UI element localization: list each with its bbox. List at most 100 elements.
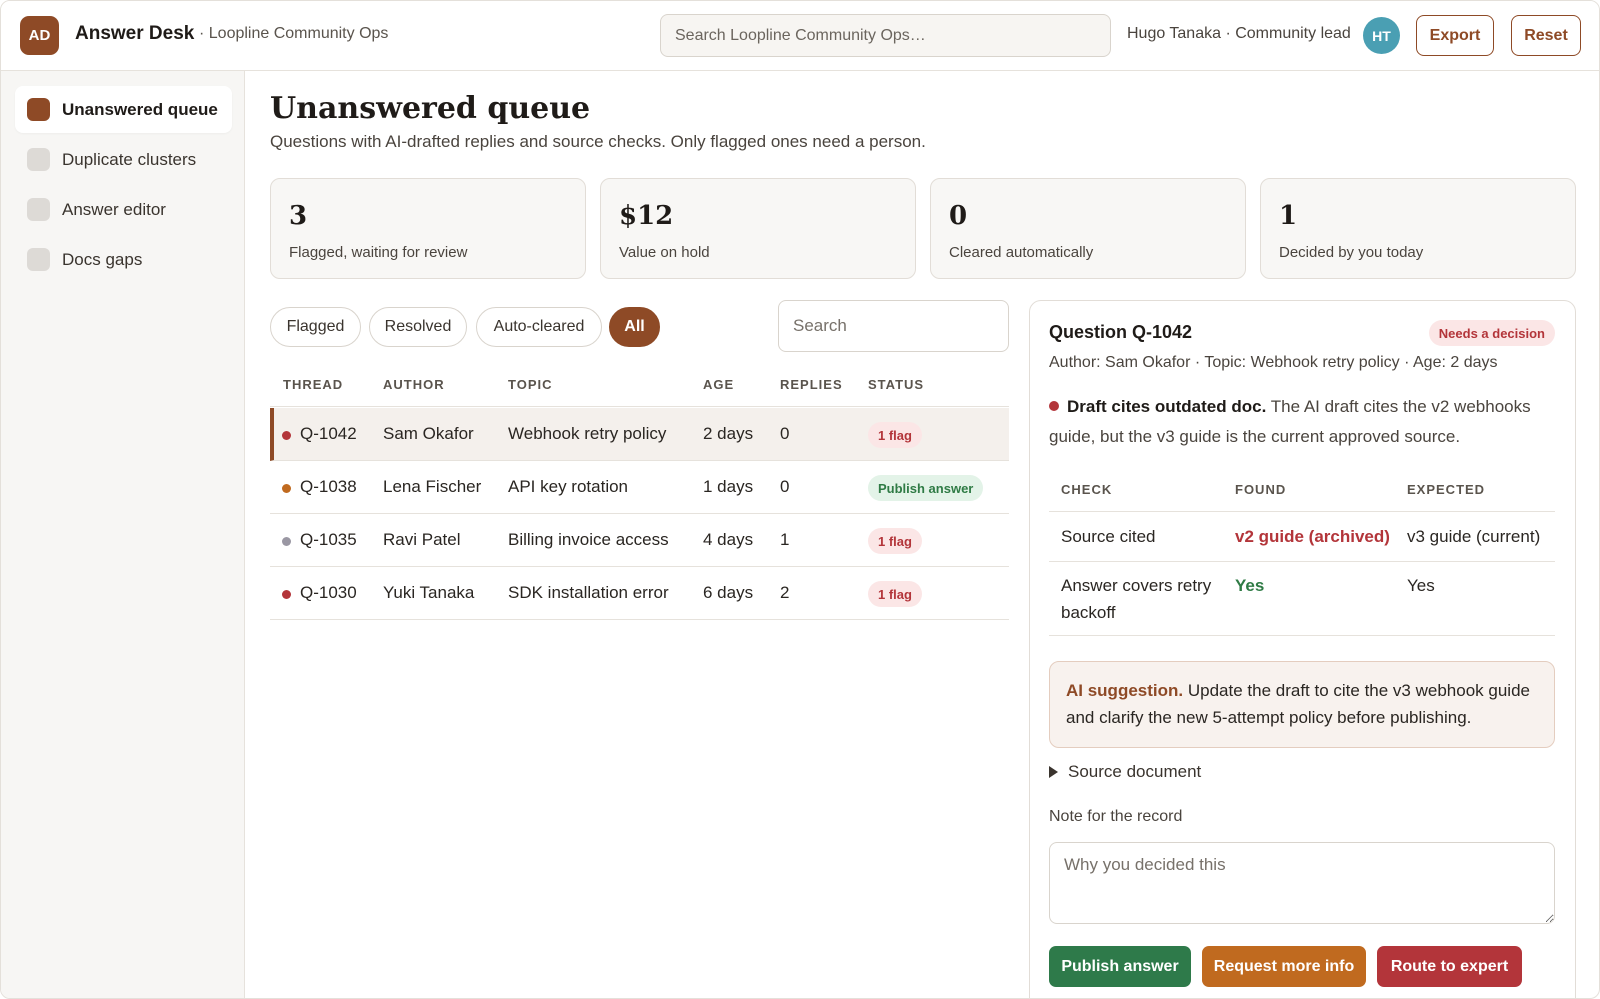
filter-resolved[interactable]: Resolved (369, 307, 467, 347)
export-button[interactable]: Export (1416, 15, 1494, 56)
app-title: Answer Desk (75, 23, 195, 44)
editor-icon (27, 198, 50, 221)
stat-value: 0 (949, 201, 968, 231)
topic: SDK installation error (508, 583, 669, 602)
status-dot (282, 590, 291, 599)
thread-id: Q-1035 (300, 530, 357, 549)
note-label: Note for the record (1049, 808, 1183, 825)
check-row: Answer covers retry backoff Yes Yes (1049, 562, 1555, 636)
thread-id: Q-1042 (300, 424, 357, 443)
check-found: v2 guide (archived) (1235, 527, 1390, 546)
source-document-toggle[interactable]: Source document (1049, 762, 1201, 782)
replies: 2 (780, 583, 790, 602)
page-title: Unanswered queue (270, 91, 591, 126)
sidebar-item-docs-gaps[interactable]: Docs gaps (15, 236, 232, 283)
alert-dot-icon (1049, 401, 1059, 411)
stat-card-value-on-hold: $12 Value on hold (600, 178, 916, 279)
sidebar-item-unanswered-queue[interactable]: Unanswered queue (15, 86, 232, 133)
publish-answer-button[interactable]: Publish answer (1049, 946, 1191, 987)
avatar[interactable]: HT (1363, 17, 1400, 54)
replies: 0 (780, 424, 790, 443)
finding-title: Draft cites outdated doc. (1067, 397, 1267, 416)
column-header-topic[interactable]: TOPIC (508, 377, 553, 392)
author: Lena Fischer (383, 477, 482, 496)
stat-value: $12 (619, 201, 674, 231)
age: 6 days (703, 583, 754, 602)
author: Ravi Patel (383, 530, 461, 549)
status-dot (282, 484, 291, 493)
decision-badge: Needs a decision (1428, 320, 1555, 346)
replies: 1 (780, 530, 790, 549)
stat-label: Cleared automatically (949, 244, 1094, 261)
author: Yuki Tanaka (383, 583, 475, 602)
app-logo: AD (20, 16, 59, 55)
stat-value: 3 (289, 201, 308, 231)
docs-icon (27, 248, 50, 271)
table-row[interactable]: Q-1035 Ravi Patel Billing invoice access… (270, 514, 1009, 567)
table-row[interactable]: Q-1038 Lena Fischer API key rotation 1 d… (270, 461, 1009, 514)
age: 1 days (703, 477, 754, 496)
status-badge: 1 flag (868, 422, 922, 448)
top-bar: AD Answer Desk · Loopline Community Ops … (1, 1, 1599, 71)
route-to-expert-button[interactable]: Route to expert (1377, 946, 1522, 987)
filter-flagged[interactable]: Flagged (270, 307, 361, 347)
sidebar-item-answer-editor[interactable]: Answer editor (15, 186, 232, 233)
stat-label: Flagged, waiting for review (289, 244, 468, 261)
request-more-info-button[interactable]: Request more info (1202, 946, 1366, 987)
age: 2 days (703, 424, 754, 443)
sidebar-item-duplicate-clusters[interactable]: Duplicate clusters (15, 136, 232, 183)
thread-id: Q-1030 (300, 583, 357, 602)
disclosure-triangle-icon (1049, 766, 1058, 778)
page-subtitle: Questions with AI-drafted replies and so… (270, 132, 926, 151)
stat-value: 1 (1279, 201, 1298, 231)
column-header-age[interactable]: AGE (703, 377, 734, 392)
found-column-header: FOUND (1235, 482, 1287, 497)
filter-auto-cleared[interactable]: Auto-cleared (476, 307, 602, 347)
age: 4 days (703, 530, 754, 549)
status-badge: 1 flag (868, 581, 922, 607)
status-badge: Publish answer (868, 475, 984, 501)
replies: 0 (780, 477, 790, 496)
filter-all[interactable]: All (609, 307, 660, 347)
queue-icon (27, 98, 50, 121)
sidebar-item-label: Docs gaps (62, 249, 143, 269)
user-label: Hugo Tanaka · Community lead (1127, 25, 1351, 42)
global-search-input[interactable] (660, 14, 1111, 57)
ai-suggestion: AI suggestion. Update the draft to cite … (1049, 661, 1555, 748)
topic: API key rotation (508, 477, 629, 496)
column-header-status[interactable]: STATUS (868, 377, 924, 392)
question-title: Question Q-1042 (1049, 322, 1193, 342)
check-name: Answer covers retry backoff (1061, 576, 1212, 622)
stat-label: Value on hold (619, 244, 710, 261)
thread-id: Q-1038 (300, 477, 357, 496)
table-row[interactable]: Q-1030 Yuki Tanaka SDK installation erro… (270, 567, 1009, 620)
reset-button[interactable]: Reset (1511, 15, 1581, 56)
question-detail-panel: Question Q-1042 Needs a decision Author:… (1029, 300, 1576, 998)
stat-card-flagged: 3 Flagged, waiting for review (270, 178, 586, 279)
table-header-divider (270, 406, 1009, 407)
table-search-input[interactable] (778, 300, 1009, 352)
expected-column-header: EXPECTED (1407, 482, 1486, 497)
sidebar-item-label: Answer editor (62, 199, 166, 219)
table-row[interactable]: Q-1042 Sam Okafor Webhook retry policy 2… (270, 408, 1009, 461)
topic: Billing invoice access (508, 530, 669, 549)
note-textarea[interactable] (1049, 842, 1555, 924)
column-header-author[interactable]: AUTHOR (383, 377, 445, 392)
sidebar-item-label: Duplicate clusters (62, 149, 197, 169)
stat-card-decided: 1 Decided by you today (1260, 178, 1576, 279)
sidebar-item-label: Unanswered queue (62, 99, 218, 119)
stat-label: Decided by you today (1279, 244, 1424, 261)
clusters-icon (27, 148, 50, 171)
app-window: AD Answer Desk · Loopline Community Ops … (0, 0, 1600, 999)
check-row: Source cited v2 guide (archived) v3 guid… (1049, 512, 1555, 562)
sidebar: Unanswered queue Duplicate clusters Answ… (1, 71, 245, 998)
status-badge: 1 flag (868, 528, 922, 554)
topic: Webhook retry policy (508, 424, 667, 443)
status-dot (282, 537, 291, 546)
column-header-thread[interactable]: THREAD (283, 377, 343, 392)
check-name: Source cited (1061, 527, 1156, 546)
check-expected: Yes (1407, 576, 1435, 595)
check-expected: v3 guide (current) (1407, 527, 1541, 546)
checks-header: CHECK FOUND EXPECTED (1049, 472, 1555, 512)
column-header-replies[interactable]: REPLIES (780, 377, 843, 392)
